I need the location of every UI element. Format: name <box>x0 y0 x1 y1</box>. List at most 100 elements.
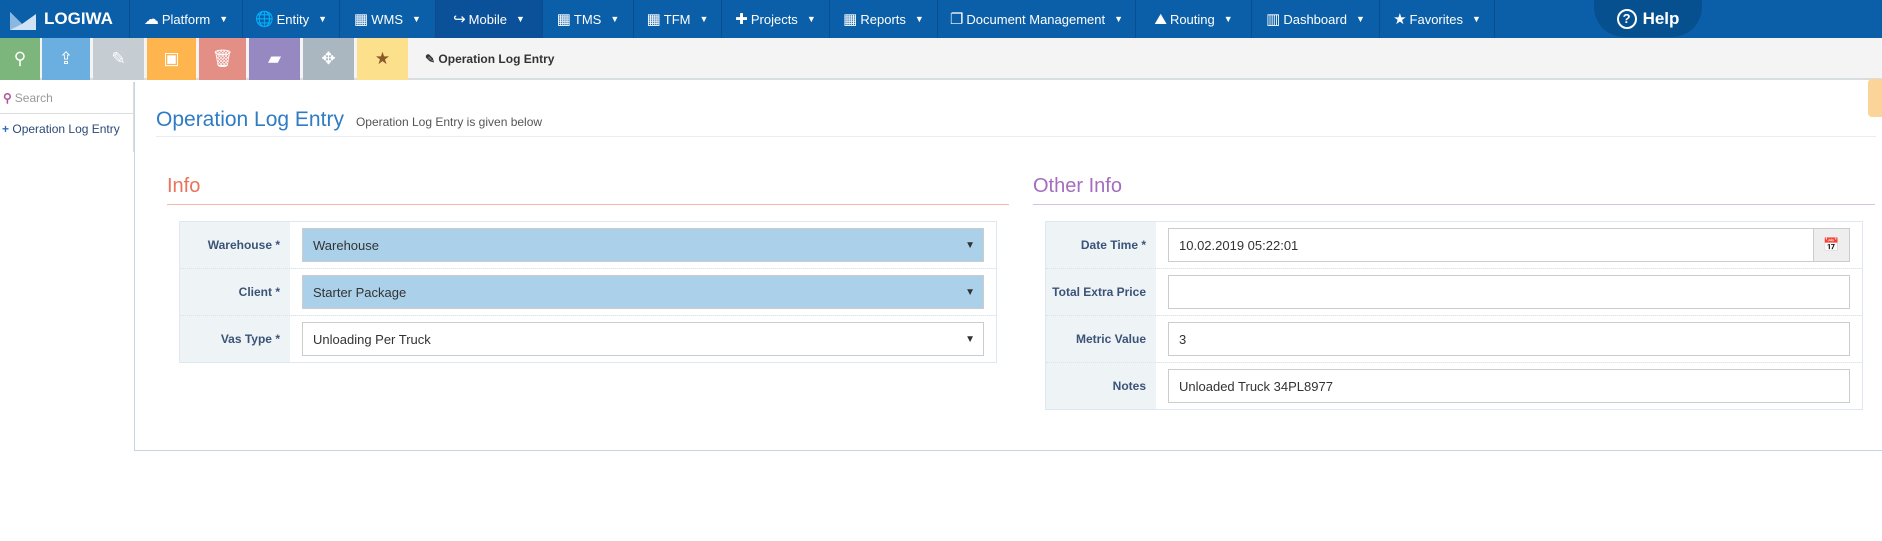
logiwa-logo-icon <box>10 12 36 30</box>
sidebar-item-operation-log-entry[interactable]: + Operation Log Entry <box>0 114 133 144</box>
nav-projects[interactable]: ✚ Projects ▼ <box>722 0 830 38</box>
other-info-section: Other Info Date Time * 10.02.2019 05:22:0… <box>1033 175 1875 410</box>
delete-button[interactable]: 🗑 <box>199 38 246 80</box>
favorite-button[interactable]: ★ <box>357 38 408 80</box>
caret-down-icon: ▼ <box>515 14 525 24</box>
logo[interactable]: LOGIWA <box>0 0 130 38</box>
text-field[interactable]: 3 <box>1168 322 1850 356</box>
text-field[interactable] <box>1168 275 1850 309</box>
caret-down-icon: ▼ <box>1355 14 1365 24</box>
info-title: Info <box>167 175 1009 205</box>
select-field[interactable]: Warehouse ▼ <box>302 228 984 262</box>
question-icon: ? <box>1616 8 1637 29</box>
nav-entity[interactable]: 🌐 Entity ▼ <box>243 0 340 38</box>
nav-label: Dashboard <box>1283 11 1347 27</box>
search-icon: ⚲ <box>3 90 12 105</box>
nav-tms[interactable]: ▦ TMS ▼ <box>543 0 634 38</box>
nav-label: Mobile <box>468 11 507 27</box>
info-form: Warehouse * Warehouse ▼ Client * Starter Pac… <box>179 221 997 363</box>
cloud-icon: ☁ <box>143 11 159 28</box>
nav-label: TMS <box>573 11 602 27</box>
nav-label: Projects <box>750 11 798 27</box>
building-icon: ▦ <box>646 11 661 28</box>
upload-icon: ⇪ <box>58 49 74 68</box>
field-value: Unloaded Truck 34PL8977 <box>1179 378 1333 394</box>
nav-label: Reports <box>860 11 906 27</box>
nav-reports[interactable]: ▦ Reports ▼ <box>830 0 938 38</box>
calendar-icon[interactable]: 📅 <box>1813 229 1849 261</box>
help-button[interactable]: ? Help <box>1594 0 1702 37</box>
form-row: Client * Starter Package ▼ <box>180 269 996 316</box>
form-row: Warehouse * Warehouse ▼ <box>180 222 996 269</box>
caret-down-icon: ▼ <box>965 239 975 251</box>
search-input[interactable]: Search <box>15 91 53 105</box>
caret-down-icon: ▼ <box>914 14 924 24</box>
field-label: Metric Value <box>1075 332 1146 346</box>
caret-down-icon: ▼ <box>806 14 816 24</box>
nav-dashboard[interactable]: ▥ Dashboard ▼ <box>1252 0 1380 38</box>
nav-favorites[interactable]: ★ Favorites ▼ <box>1380 0 1495 38</box>
nav-platform[interactable]: ☁ Platform ▼ <box>130 0 243 38</box>
select-field[interactable]: Starter Package ▼ <box>302 275 984 309</box>
pencil-icon: ✎ <box>425 52 436 66</box>
caret-down-icon: ▼ <box>1472 14 1481 24</box>
edit-icon: ✎ <box>111 49 126 68</box>
field-label: Date Time * <box>1080 238 1146 252</box>
search-button[interactable]: ⚲ <box>0 38 40 80</box>
caret-down-icon: ▼ <box>965 333 975 345</box>
save-button[interactable]: ▣ <box>147 38 196 80</box>
copy-icon: ❐ <box>949 11 964 28</box>
sidebar-item-label: Operation Log Entry <box>12 122 120 136</box>
nav-routing[interactable]: ⛰ Routing ▼ <box>1136 0 1252 38</box>
edit-button[interactable]: ✎ <box>93 38 144 80</box>
field-value: 3 <box>1179 331 1187 347</box>
nav-label: Platform <box>161 11 211 27</box>
select-field[interactable]: Unloading Per Truck ▼ <box>302 322 984 356</box>
move-button[interactable]: ✥ <box>303 38 354 80</box>
nav-wms[interactable]: ▦ WMS ▼ <box>340 0 436 38</box>
nav-mobile[interactable]: ↪ Mobile ▼ <box>436 0 543 38</box>
nav-label: Favorites <box>1409 11 1463 27</box>
search-icon: ⚲ <box>13 49 27 68</box>
nav-tfm[interactable]: ▦ TFM ▼ <box>634 0 722 38</box>
plus-icon: + <box>2 122 10 136</box>
star-icon: ★ <box>1393 11 1407 28</box>
nav-label: Document Management <box>966 11 1106 27</box>
caret-down-icon: ▼ <box>1114 14 1124 24</box>
eraser-icon: ▰ <box>267 49 282 68</box>
help-label: Help <box>1642 8 1680 28</box>
nav-label: WMS <box>371 11 404 27</box>
form-row: Metric Value 3 <box>1046 316 1862 363</box>
caret-down-icon: ▼ <box>1223 14 1233 24</box>
select-value: Warehouse <box>313 237 379 253</box>
field-value: 10.02.2019 05:22:01 <box>1179 237 1299 253</box>
nav-label: Routing <box>1169 11 1215 27</box>
building-icon: ▦ <box>843 11 858 28</box>
nav-label: TFM <box>663 11 691 27</box>
share-icon: ↪ <box>453 11 466 28</box>
brand-name: LOGIWA <box>44 9 113 28</box>
page-title: Operation Log Entry <box>156 108 344 131</box>
bar-chart-icon: ▥ <box>1266 11 1281 28</box>
plus-icon: ✚ <box>735 11 748 28</box>
field-label: Notes <box>1112 379 1146 393</box>
other-info-form: Date Time * 10.02.2019 05:22:01 📅 Total Ext… <box>1045 221 1863 410</box>
sidebar-search[interactable]: ⚲ Search <box>0 82 133 114</box>
text-field[interactable]: 10.02.2019 05:22:01 📅 <box>1168 228 1850 262</box>
upload-button[interactable]: ⇪ <box>42 38 90 80</box>
sidebar: ⚲ Search + Operation Log Entry <box>0 82 134 152</box>
select-value: Unloading Per Truck <box>313 331 431 347</box>
nav-document-management[interactable]: ❐ Document Management ▼ <box>938 0 1136 38</box>
info-section: Info Warehouse * Warehouse ▼ Client * Starte… <box>167 175 1009 363</box>
eraser-button[interactable]: ▰ <box>249 38 300 80</box>
form-row: Date Time * 10.02.2019 05:22:01 📅 <box>1046 222 1862 269</box>
trash-icon: 🗑 <box>211 49 234 68</box>
field-label: Total Extra Price <box>1052 285 1146 299</box>
caret-down-icon: ▼ <box>965 286 975 298</box>
text-field[interactable]: Unloaded Truck 34PL8977 <box>1168 369 1850 403</box>
road-icon: ⛰ <box>1154 10 1167 28</box>
field-label: Vas Type * <box>220 332 280 346</box>
save-icon: ▣ <box>163 49 180 68</box>
form-row: Vas Type * Unloading Per Truck ▼ <box>180 316 996 362</box>
caret-down-icon: ▼ <box>219 14 229 24</box>
